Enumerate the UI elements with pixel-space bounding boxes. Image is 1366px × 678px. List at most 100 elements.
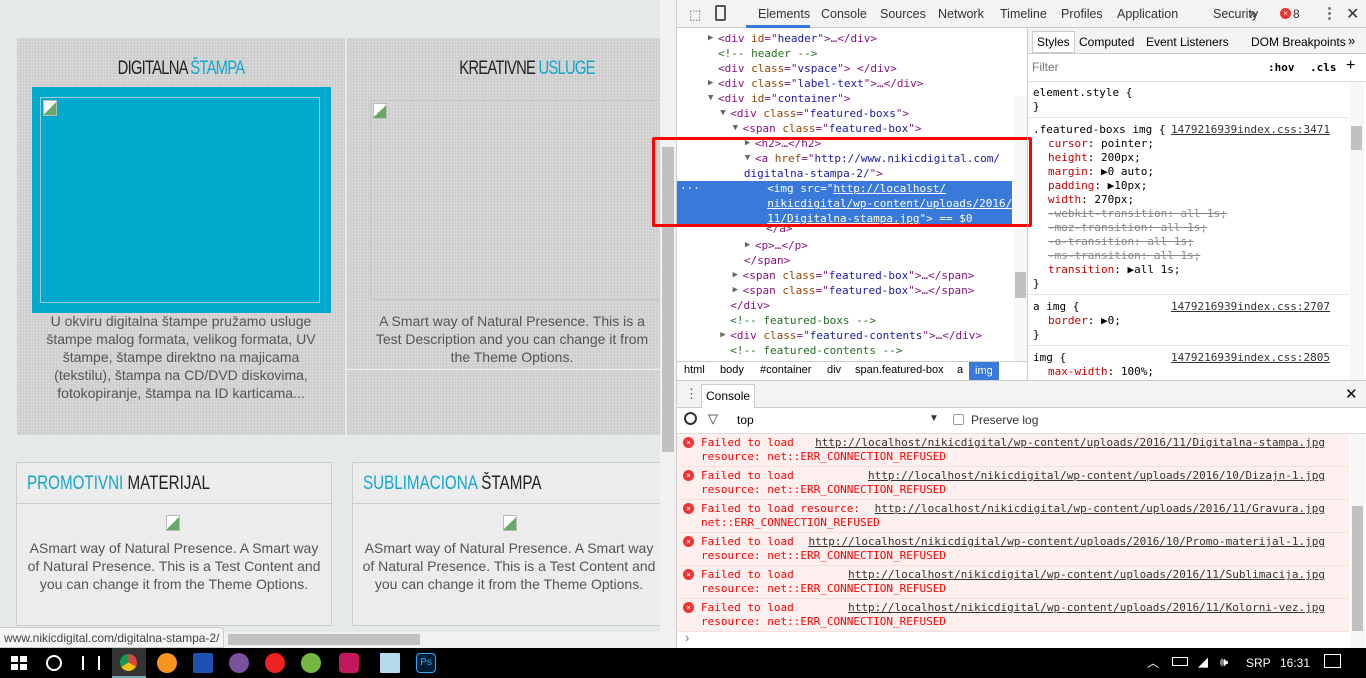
drawer-menu-icon[interactable]: ⋮ bbox=[685, 386, 698, 402]
broken-image[interactable] bbox=[370, 100, 660, 300]
scrollbar-thumb[interactable] bbox=[1352, 506, 1363, 631]
clock[interactable]: 16:31 bbox=[1280, 656, 1310, 670]
sidebar-tab-dom-breakpoints[interactable]: DOM Breakpoints bbox=[1251, 35, 1346, 49]
tab-application[interactable]: Application bbox=[1117, 7, 1178, 21]
more-tabs-button[interactable]: » bbox=[1249, 5, 1257, 21]
dom-node-line[interactable]: ▼ <div id="container"> bbox=[708, 91, 850, 106]
wifi-icon[interactable]: ◢ bbox=[1198, 654, 1208, 670]
preserve-log-checkbox[interactable] bbox=[953, 414, 964, 425]
broken-image[interactable] bbox=[40, 97, 320, 303]
property-value[interactable]: 270px; bbox=[1094, 193, 1134, 206]
menu-kebab-icon[interactable]: ⋮ bbox=[1322, 4, 1337, 22]
expand-arrow-icon[interactable]: ▶ bbox=[708, 76, 713, 91]
property-name[interactable]: transition bbox=[1048, 263, 1114, 276]
property-name[interactable]: -moz-transition bbox=[1048, 221, 1147, 234]
property-name[interactable]: max-width bbox=[1048, 365, 1108, 378]
tab-elements[interactable]: Elements bbox=[758, 7, 810, 21]
sidebar-tab-event-listeners[interactable]: Event Listeners bbox=[1146, 35, 1229, 49]
tab-console[interactable]: Console bbox=[821, 7, 867, 21]
settings-app-icon[interactable] bbox=[157, 653, 177, 673]
tab-network[interactable]: Network bbox=[938, 7, 984, 21]
notepad-icon[interactable] bbox=[380, 653, 400, 673]
error-url-link[interactable]: http://localhost/nikicdigital/wp-content… bbox=[808, 535, 1325, 548]
console-scrollbar[interactable] bbox=[1351, 434, 1365, 648]
expand-arrow-icon[interactable]: ▼ bbox=[733, 121, 738, 136]
scrollbar-thumb[interactable] bbox=[228, 634, 420, 645]
rule-selector[interactable]: .featured-boxs img { bbox=[1033, 123, 1165, 136]
error-url-link[interactable]: http://localhost/nikicdigital/wp-content… bbox=[868, 469, 1325, 482]
property-name[interactable]: -o-transition bbox=[1048, 235, 1134, 248]
close-drawer-icon[interactable]: ✕ bbox=[1345, 385, 1358, 403]
tab-timeline[interactable]: Timeline bbox=[1000, 7, 1047, 21]
red-app-icon[interactable] bbox=[265, 653, 285, 673]
css-property[interactable]: margin: ▶0 auto; bbox=[1048, 165, 1154, 178]
dom-node-line[interactable]: <!-- header --> bbox=[718, 46, 817, 61]
property-name[interactable]: -webkit-transition bbox=[1048, 207, 1167, 220]
featured-image-link[interactable] bbox=[32, 87, 331, 313]
taskbar-chrome[interactable] bbox=[112, 648, 146, 678]
css-property[interactable]: -o-transition: all 1s; bbox=[1048, 235, 1194, 248]
property-value[interactable]: all 1s; bbox=[1154, 249, 1200, 262]
elements-scrollbar[interactable] bbox=[1014, 96, 1027, 361]
dom-node-line[interactable]: ▶ <div class="featured-contents">…</div> bbox=[720, 328, 982, 343]
breadcrumb-item[interactable]: div bbox=[827, 364, 841, 376]
css-property[interactable]: cursor: pointer; bbox=[1048, 137, 1154, 150]
expand-arrow-icon[interactable]: ▶ bbox=[745, 238, 750, 253]
rule-selector[interactable]: a img { bbox=[1033, 300, 1079, 313]
page-vertical-scrollbar[interactable] bbox=[660, 0, 676, 648]
dom-node-line[interactable]: ▶ <p>…</p> bbox=[745, 238, 808, 253]
property-value[interactable]: all 1s; bbox=[1180, 207, 1226, 220]
breadcrumb-item[interactable]: a bbox=[957, 364, 963, 376]
css-property[interactable]: padding: ▶10px; bbox=[1048, 179, 1147, 192]
breadcrumb-item[interactable]: #container bbox=[760, 364, 811, 376]
dom-node-line[interactable]: ▶ <span class="featured-box">…</span> bbox=[733, 283, 975, 298]
filter-icon[interactable]: ▽ bbox=[708, 411, 718, 427]
error-count[interactable]: 8 bbox=[1293, 7, 1300, 21]
styles-scrollbar[interactable] bbox=[1350, 82, 1364, 380]
close-devtools-icon[interactable]: ✕ bbox=[1346, 4, 1359, 24]
css-property[interactable]: -webkit-transition: all 1s; bbox=[1048, 207, 1227, 220]
sidebar-tab-computed[interactable]: Computed bbox=[1079, 35, 1134, 49]
expand-arrow-icon[interactable]: ▶ bbox=[733, 268, 738, 283]
tab-profiles[interactable]: Profiles bbox=[1061, 7, 1103, 21]
rule-source-link[interactable]: 1479216939index.css:2805 bbox=[1171, 351, 1330, 364]
dom-node-line[interactable]: ▼ <span class="featured-box"> bbox=[733, 121, 922, 136]
inspect-element-icon[interactable]: ⬚ bbox=[689, 7, 701, 23]
property-value[interactable]: ▶10px; bbox=[1108, 179, 1148, 192]
property-name[interactable]: padding bbox=[1048, 179, 1094, 192]
css-property[interactable]: -ms-transition: all 1s; bbox=[1048, 249, 1200, 262]
error-url-link[interactable]: http://localhost/nikicdigital/wp-content… bbox=[848, 568, 1325, 581]
scrollbar-thumb[interactable] bbox=[1351, 126, 1362, 150]
cls-toggle[interactable]: .cls bbox=[1310, 61, 1337, 74]
pink-app-icon[interactable] bbox=[339, 653, 359, 673]
context-select[interactable]: top bbox=[737, 413, 754, 427]
rule-selector[interactable]: img { bbox=[1033, 351, 1066, 364]
expand-arrow-icon[interactable]: ▶ bbox=[733, 283, 738, 298]
dom-node-line[interactable]: ▼ <div class="featured-boxs"> bbox=[720, 106, 909, 121]
property-value[interactable]: ▶all 1s; bbox=[1127, 263, 1180, 276]
rule-source-link[interactable]: 1479216939index.css:2707 bbox=[1171, 300, 1330, 313]
show-hidden-icons[interactable]: ︿ bbox=[1147, 654, 1159, 671]
breadcrumb-item[interactable]: img bbox=[969, 362, 999, 380]
property-name[interactable]: width bbox=[1048, 193, 1081, 206]
device-mode-icon[interactable] bbox=[715, 5, 726, 21]
new-rule-button[interactable]: + bbox=[1346, 57, 1355, 75]
action-center-icon[interactable] bbox=[1324, 654, 1341, 668]
cortana-icon[interactable] bbox=[46, 655, 62, 671]
photoshop-icon[interactable]: Ps bbox=[416, 653, 436, 673]
more-sidebar-tabs[interactable]: » bbox=[1348, 33, 1355, 48]
error-url-link[interactable]: http://localhost/nikicdigital/wp-content… bbox=[815, 436, 1325, 449]
property-value[interactable]: pointer; bbox=[1101, 137, 1154, 150]
property-name[interactable]: cursor bbox=[1048, 137, 1088, 150]
tab-console-drawer[interactable]: Console bbox=[701, 384, 756, 408]
dom-node-line[interactable]: <div class="vspace"> </div> bbox=[718, 61, 897, 76]
css-property[interactable]: -moz-transition: all 1s; bbox=[1048, 221, 1207, 234]
property-value[interactable]: ▶0; bbox=[1101, 314, 1121, 327]
property-name[interactable]: margin bbox=[1048, 165, 1088, 178]
css-property[interactable]: border: ▶0; bbox=[1048, 314, 1121, 327]
dom-node-line[interactable]: ▶ <div id="header">…</div> bbox=[708, 31, 877, 46]
property-value[interactable]: all 1s; bbox=[1147, 235, 1193, 248]
rule-selector[interactable]: element.style { bbox=[1033, 86, 1132, 99]
language-indicator[interactable]: SRP bbox=[1246, 656, 1271, 670]
sidebar-tab-styles[interactable]: Styles bbox=[1032, 31, 1075, 53]
